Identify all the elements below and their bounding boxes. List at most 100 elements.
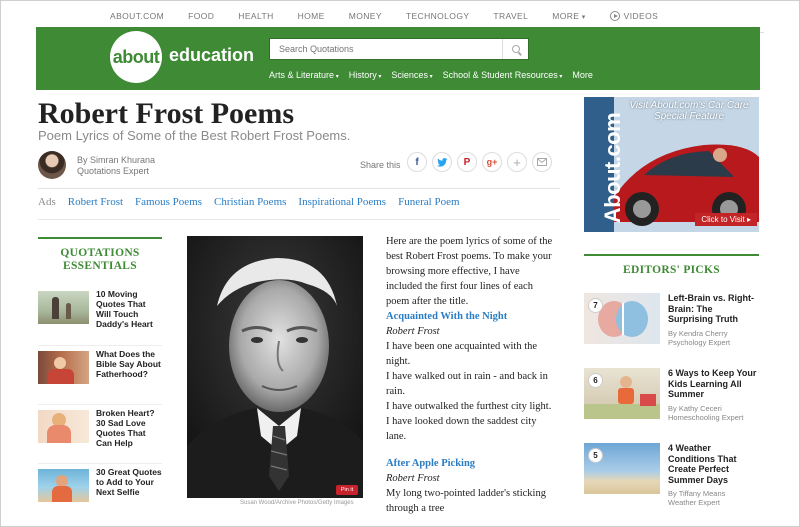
article-intro: Here are the poem lyrics of some of the … bbox=[386, 236, 553, 307]
ad-links-row: Ads Robert Frost Famous Poems Christian … bbox=[38, 196, 460, 208]
pick-number: 6 bbox=[588, 373, 603, 388]
thumbnail-image bbox=[38, 291, 89, 324]
title-divider bbox=[38, 188, 560, 189]
pinterest-icon[interactable]: P bbox=[457, 152, 477, 172]
plus-icon[interactable]: + bbox=[507, 152, 527, 172]
pick-title: 6 Ways to Keep Your Kids Learning All Su… bbox=[668, 368, 759, 443]
poem-line: I have outwalked the furthest city light… bbox=[386, 401, 552, 412]
poem-author: Robert Frost bbox=[386, 326, 440, 337]
list-item-title: 30 Great Quotes to Add to Your Next Self… bbox=[96, 467, 162, 497]
pick-author: By Kendra Cherry Psychology Expert bbox=[668, 329, 759, 347]
list-item[interactable]: 10 Moving Quotes That Will Touch Daddy's… bbox=[38, 286, 162, 345]
ad-link-robert-frost[interactable]: Robert Frost bbox=[68, 196, 123, 208]
pick-author-role: Homeschooling Expert bbox=[668, 412, 744, 422]
editors-picks-list: 7 Left-Brain vs. Right-Brain: The Surpri… bbox=[584, 293, 759, 518]
pick-number: 5 bbox=[588, 448, 603, 463]
poem-line: I have walked out in rain - and back in … bbox=[386, 371, 548, 397]
topnav-about[interactable]: ABOUT.COM bbox=[110, 11, 164, 21]
pin-it-button[interactable]: Pin it bbox=[336, 485, 358, 495]
pick-author: By Tiffany Means Weather Expert bbox=[668, 489, 759, 507]
editors-picks-title: EDITORS' PICKS bbox=[623, 264, 720, 276]
topnav-home[interactable]: HOME bbox=[298, 11, 325, 21]
pick-author-name: By Kathy Ceceri bbox=[668, 403, 722, 413]
category-more[interactable]: More bbox=[572, 70, 593, 80]
list-item-title: Broken Heart? 30 Sad Love Quotes That Ca… bbox=[96, 408, 155, 448]
ad-link-famous-poems[interactable]: Famous Poems bbox=[135, 196, 202, 208]
topnav-health[interactable]: HEALTH bbox=[238, 11, 273, 21]
pick-title: 4 Weather Conditions That Create Perfect… bbox=[668, 443, 759, 518]
category-history[interactable]: History bbox=[349, 70, 382, 80]
ad-headline: Visit About.com's Car Care Special Featu… bbox=[629, 100, 749, 122]
topnav-travel[interactable]: TRAVEL bbox=[493, 11, 528, 21]
list-item[interactable]: Broken Heart? 30 Sad Love Quotes That Ca… bbox=[38, 404, 162, 463]
thumbnail-image bbox=[38, 469, 89, 502]
ad-link-inspirational-poems[interactable]: Inspirational Poems bbox=[298, 196, 386, 208]
poem-line: My long two-pointed ladder's sticking th… bbox=[386, 488, 546, 514]
thumbnail-image: 7 bbox=[584, 293, 660, 344]
list-item[interactable]: 30 Great Quotes to Add to Your Next Self… bbox=[38, 463, 162, 522]
category-school-student-resources[interactable]: School & Student Resources bbox=[443, 70, 563, 80]
logo-section[interactable]: education bbox=[169, 45, 254, 66]
search-input[interactable] bbox=[270, 39, 495, 59]
category-navigation: Arts & Literature History Sciences Schoo… bbox=[269, 70, 593, 80]
qe-title-line1: QUOTATIONS bbox=[60, 247, 140, 259]
thumbnail-image: 5 bbox=[584, 443, 660, 494]
search-icon bbox=[511, 45, 520, 53]
list-item[interactable]: 6 6 Ways to Keep Your Kids Learning All … bbox=[584, 368, 759, 443]
thumbnail-image bbox=[38, 410, 89, 443]
ad-link-funeral-poem[interactable]: Funeral Poem bbox=[398, 196, 459, 208]
email-icon[interactable] bbox=[532, 152, 552, 172]
list-item[interactable]: 7 Left-Brain vs. Right-Brain: The Surpri… bbox=[584, 293, 759, 368]
pick-author-name: By Kendra Cherry bbox=[668, 328, 728, 338]
poem-line: I have looked down the saddest city lane… bbox=[386, 416, 537, 442]
poem-lines: My long two-pointed ladder's sticking th… bbox=[386, 486, 556, 516]
author-info: By Simran Khurana Quotations Expert bbox=[77, 155, 155, 177]
poem-title-link[interactable]: After Apple Picking bbox=[386, 456, 556, 471]
poem-title-link[interactable]: Acquainted With the Night bbox=[386, 309, 556, 324]
ads-divider bbox=[38, 219, 560, 220]
pick-title: Left-Brain vs. Right-Brain: The Surprisi… bbox=[668, 293, 759, 368]
twitter-icon[interactable] bbox=[432, 152, 452, 172]
share-label: Share this bbox=[360, 160, 401, 170]
search-button[interactable] bbox=[502, 39, 528, 59]
topnav-technology[interactable]: TECHNOLOGY bbox=[406, 11, 470, 21]
qe-title-line2: ESSENTIALS bbox=[63, 260, 137, 272]
page-title: Robert Frost Poems bbox=[38, 97, 295, 130]
facebook-icon[interactable]: f bbox=[407, 152, 427, 172]
topnav-more[interactable]: MORE bbox=[552, 11, 585, 21]
ads-label: Ads bbox=[38, 196, 56, 208]
ad-cta-button[interactable]: Click to Visit ▸ bbox=[695, 213, 757, 226]
author-byline[interactable]: By Simran Khurana bbox=[77, 155, 155, 166]
page-subtitle: Poem Lyrics of Some of the Best Robert F… bbox=[38, 128, 351, 143]
pick-author-role: Psychology Expert bbox=[668, 337, 731, 347]
list-item[interactable]: 5 4 Weather Conditions That Create Perfe… bbox=[584, 443, 759, 518]
topnav-food[interactable]: FOOD bbox=[188, 11, 214, 21]
category-arts-literature[interactable]: Arts & Literature bbox=[269, 70, 339, 80]
car-care-ad[interactable]: About.com Visit About.com's Car Care Spe… bbox=[584, 97, 759, 232]
pick-author-role: Weather Expert bbox=[668, 498, 720, 507]
pick-number: 7 bbox=[588, 298, 603, 313]
pick-author: By Kathy Ceceri Homeschooling Expert bbox=[668, 404, 759, 422]
list-item-title: 10 Moving Quotes That Will Touch Daddy's… bbox=[96, 289, 153, 329]
poem-line: I have been one acquainted with the nigh… bbox=[386, 341, 538, 367]
play-icon bbox=[609, 11, 620, 21]
logo-word: about bbox=[112, 46, 160, 67]
pick-title-text: 6 Ways to Keep Your Kids Learning All Su… bbox=[668, 368, 757, 399]
share-buttons: f P g+ + bbox=[407, 152, 552, 172]
poem-author: Robert Frost bbox=[386, 473, 440, 484]
topnav-videos-label: VIDEOS bbox=[623, 11, 659, 21]
thumbnail-image: 6 bbox=[584, 368, 660, 419]
list-item[interactable]: What Does the Bible Say About Fatherhood… bbox=[38, 345, 162, 404]
photo-credit: Susan Wood/Archive Photos/Getty Images bbox=[240, 500, 354, 506]
poem-lines: I have been one acquainted with the nigh… bbox=[386, 339, 556, 444]
topnav-money[interactable]: MONEY bbox=[349, 11, 382, 21]
robert-frost-photo bbox=[187, 236, 363, 498]
topnav-videos[interactable]: VIDEOS bbox=[609, 11, 659, 21]
editors-picks-divider bbox=[584, 254, 759, 256]
list-item-title: What Does the Bible Say About Fatherhood… bbox=[96, 349, 161, 379]
author-avatar[interactable] bbox=[38, 151, 66, 179]
about-logo[interactable]: about bbox=[110, 31, 162, 83]
category-sciences[interactable]: Sciences bbox=[391, 70, 432, 80]
google-plus-icon[interactable]: g+ bbox=[482, 152, 502, 172]
ad-link-christian-poems[interactable]: Christian Poems bbox=[214, 196, 286, 208]
